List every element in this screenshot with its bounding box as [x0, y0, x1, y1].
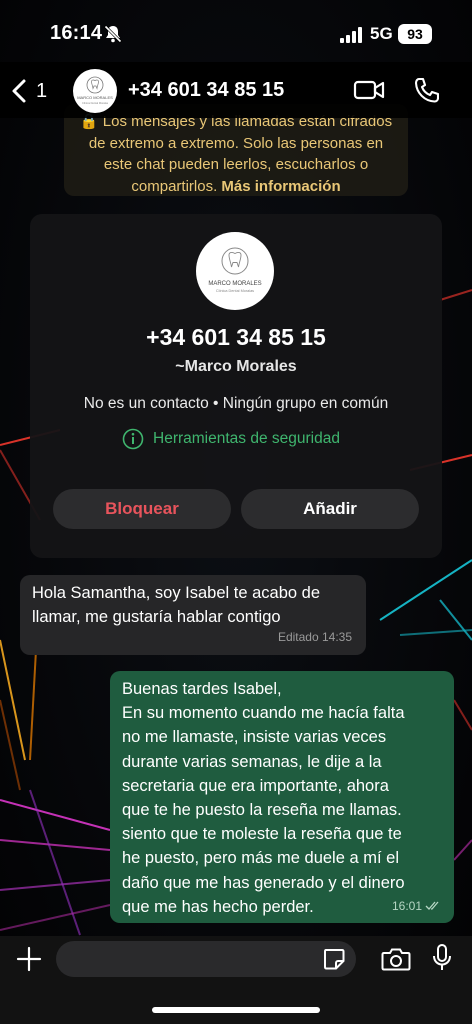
block-button[interactable]: Bloquear: [53, 489, 231, 529]
message-line: Buenas tardes Isabel,: [122, 680, 282, 698]
message-time: 16:01: [391, 898, 422, 913]
message-line: daño que me has generado y el dinero: [122, 873, 405, 892]
battery-level: 93: [398, 24, 432, 44]
unread-count[interactable]: 1: [36, 80, 47, 103]
encryption-line-3: este chat pueden leerlos, escucharlos o: [103, 156, 369, 173]
info-icon: [122, 428, 144, 450]
contact-push-name: ~Marco Morales: [175, 358, 297, 375]
plus-icon[interactable]: [16, 946, 42, 972]
status-bar: 16:14 5G 93: [0, 0, 472, 62]
contact-phone-number: +34 601 34 85 15: [146, 324, 326, 350]
network-type: 5G: [370, 24, 393, 43]
dental-clinic-logo: MARCO MORALES Clínica Dental Moralas: [208, 247, 262, 293]
message-line: siento que te moleste la reseña que te: [122, 825, 402, 844]
add-contact-button[interactable]: Añadir: [241, 489, 419, 529]
cellular-signal-icon: [340, 27, 362, 43]
video-call-icon[interactable]: [353, 78, 385, 102]
safety-tools-link[interactable]: Herramientas de seguridad: [122, 428, 340, 450]
contact-info-card: MARCO MORALES Clínica Dental Moralas +34…: [30, 214, 442, 558]
back-chevron-icon[interactable]: [10, 78, 28, 104]
double-check-icon: [425, 901, 439, 910]
safety-tools-label: Herramientas de seguridad: [153, 430, 340, 447]
contact-avatar[interactable]: MARCO MORALES Clínica Dental Moralas: [73, 69, 117, 113]
microphone-icon[interactable]: [431, 943, 453, 973]
camera-icon[interactable]: [381, 946, 411, 972]
message-bubble-incoming[interactable]: Hola Samantha, soy Isabel te acabo de ll…: [20, 575, 366, 655]
message-bubble-outgoing[interactable]: Buenas tardes Isabel, En su momento cuan…: [110, 671, 454, 923]
message-line: que te he puesto la reseña me llamas.: [122, 801, 402, 820]
sticker-icon[interactable]: [322, 947, 346, 971]
contact-card-avatar[interactable]: MARCO MORALES Clínica Dental Moralas: [196, 232, 274, 310]
home-indicator[interactable]: [152, 1007, 320, 1013]
chat-title[interactable]: +34 601 34 85 15: [128, 79, 284, 102]
message-line: secretaria que era importante, ahora: [122, 776, 389, 795]
message-line: Hola Samantha, soy Isabel te acabo de: [32, 584, 321, 602]
message-line: En su momento cuando me hacía falta: [122, 704, 405, 723]
logo-title: MARCO MORALES: [77, 95, 113, 100]
message-line: durante varias semanas, le dije a la: [122, 752, 382, 771]
logo-subtitle: Clínica Dental Moralas: [216, 289, 254, 293]
status-time: 16:14: [50, 22, 103, 44]
encryption-line-4: compartirlos.: [131, 177, 218, 195]
logo-subtitle: Clínica Dental Moralas: [82, 101, 109, 105]
message-line: no me llamaste, insiste varias veces: [122, 728, 387, 747]
chat-header: 1 MARCO MORALES Clínica Dental Moralas +…: [0, 62, 472, 118]
contact-status-info: No es un contacto • Ningún grupo en comú…: [83, 395, 389, 412]
encryption-line-2: de extremo a extremo. Solo las personas …: [88, 134, 384, 152]
logo-title: MARCO MORALES: [208, 281, 261, 287]
more-info-link[interactable]: Más información: [221, 178, 340, 195]
message-input[interactable]: [56, 941, 356, 977]
dental-clinic-logo: MARCO MORALES Clínica Dental Moralas: [77, 76, 113, 105]
message-line: he puesto, pero más me duele a mí el: [122, 849, 399, 868]
muted-bell-icon: [103, 24, 123, 44]
message-meta: 16:01: [392, 894, 442, 918]
voice-call-icon[interactable]: [413, 76, 439, 104]
message-meta: Editado 14:35: [277, 629, 352, 644]
